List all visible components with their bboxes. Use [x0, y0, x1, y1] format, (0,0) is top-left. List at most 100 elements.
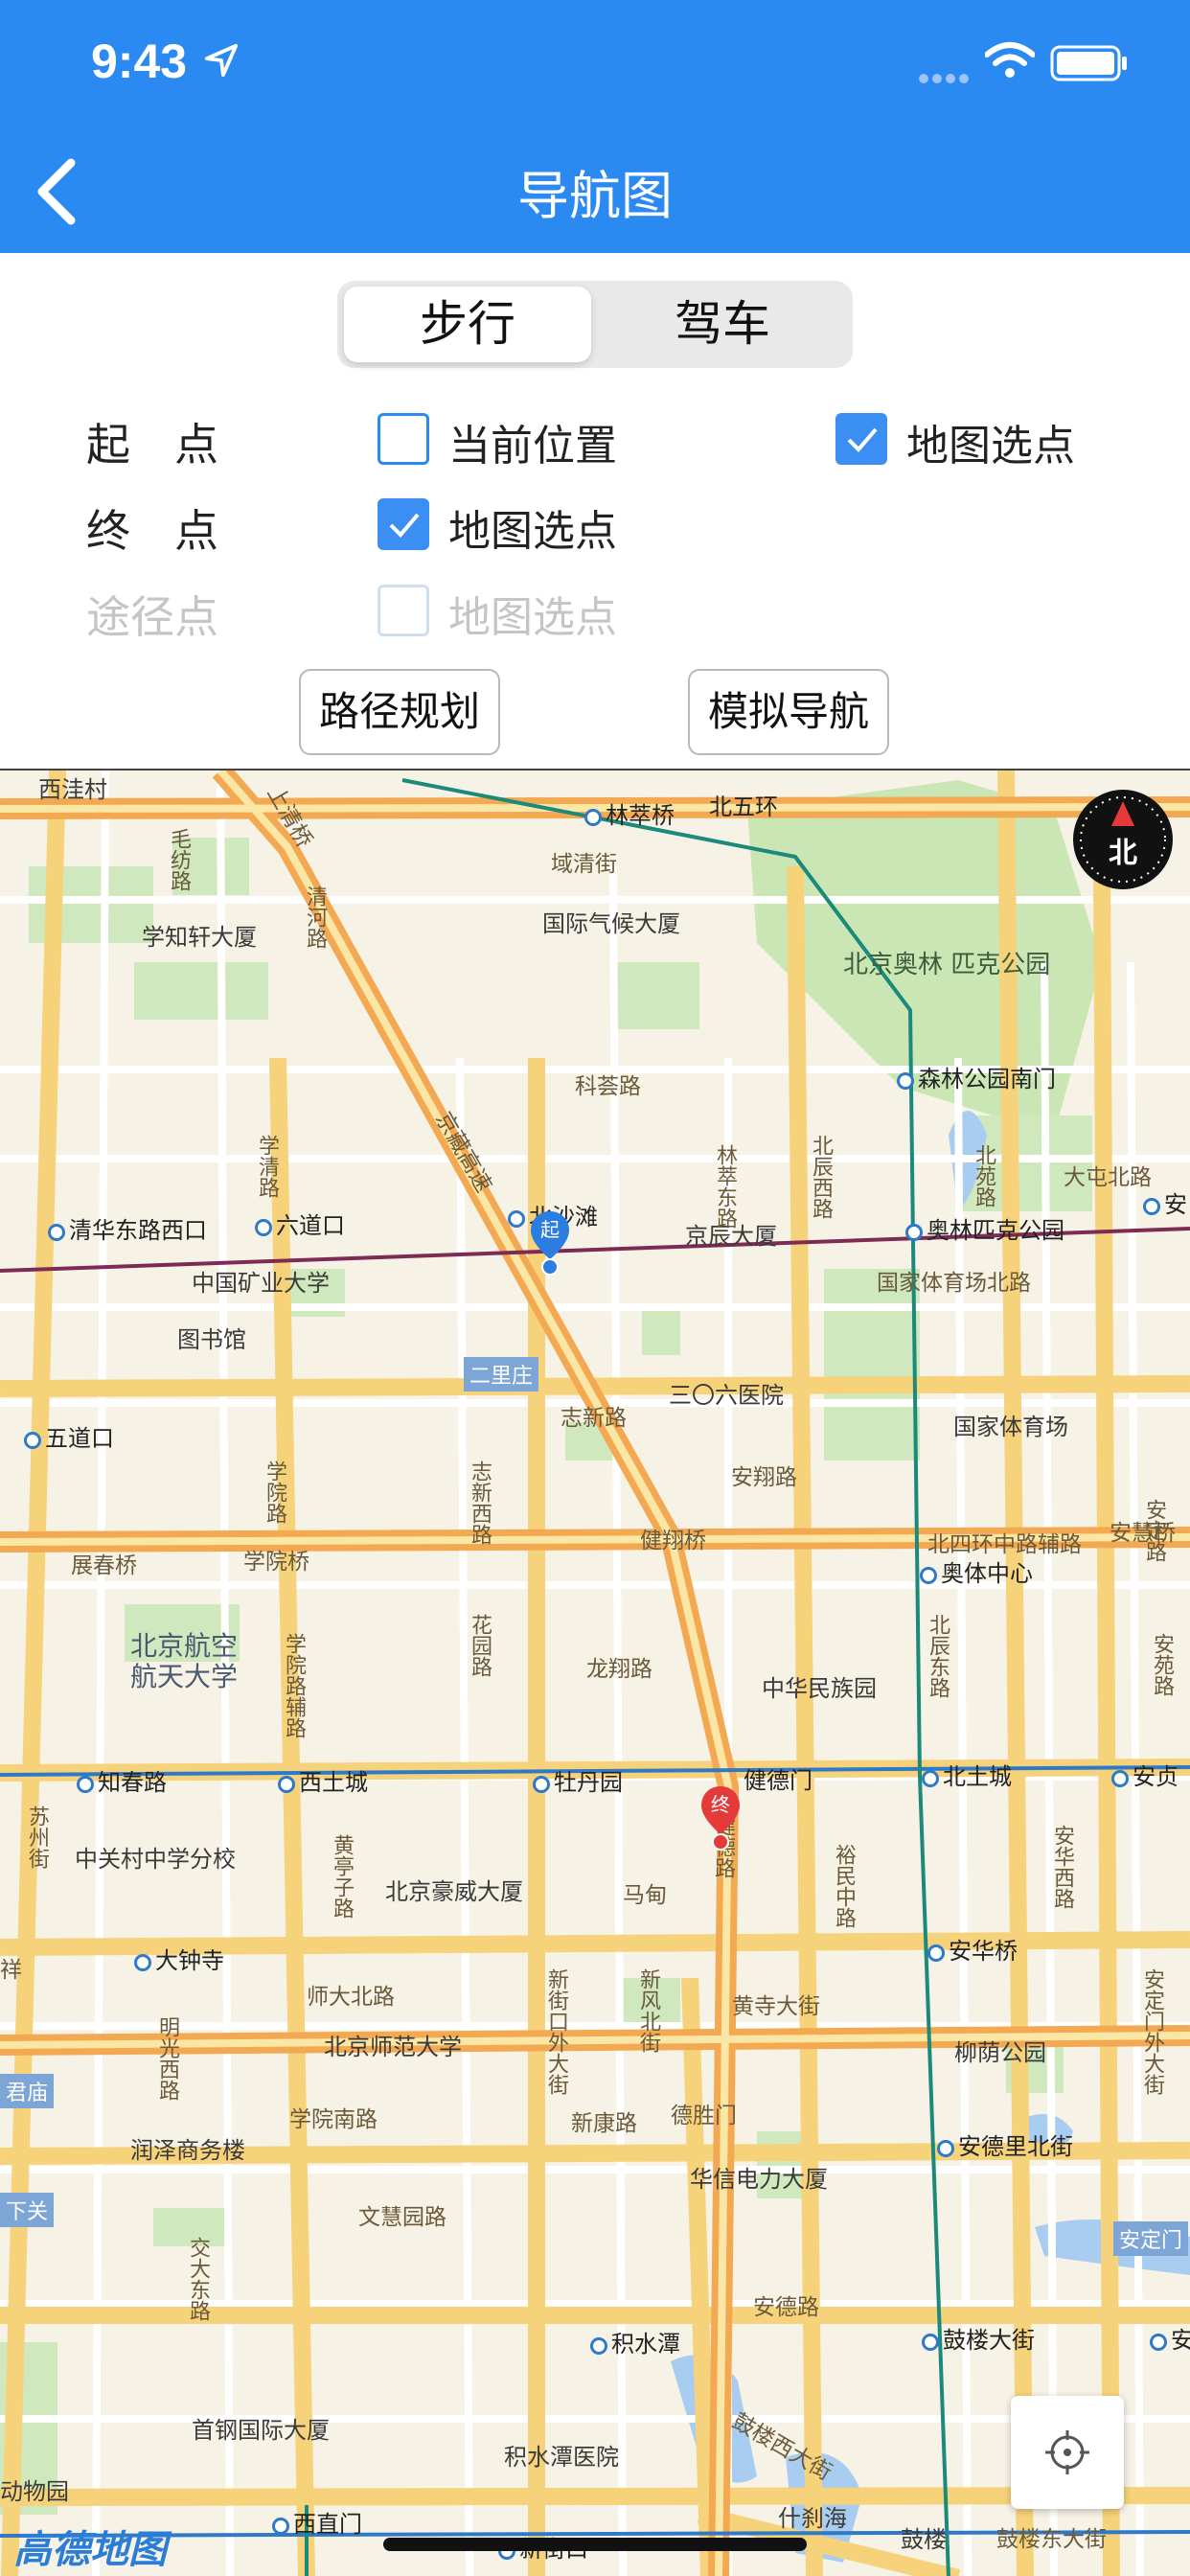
map-label: 文慧园路 — [358, 2205, 446, 2230]
simulate-navigation-button[interactable]: 模拟导航 — [688, 669, 889, 755]
map-label: 志新路 — [561, 1406, 627, 1431]
start-map-pick-label: 地图选点 — [906, 422, 1075, 471]
map-label: 国际气候大厦 — [542, 910, 680, 937]
start-pin-label: 起 — [540, 1218, 560, 1241]
metro-station: 安德里北街 — [937, 2128, 1073, 2161]
map-label: 安定门 — [1113, 2221, 1189, 2256]
map-label: 新康路 — [571, 2111, 637, 2136]
map-label: 安华西路 — [1050, 1825, 1074, 1909]
map-label: 柳荫公园 — [954, 2039, 1046, 2066]
metro-station: 大钟寺 — [134, 1942, 224, 1975]
end-label: 终 点 — [86, 505, 218, 557]
map-label: 科荟路 — [575, 1074, 641, 1099]
map-label: 学院桥 — [243, 1550, 309, 1575]
map-label: 中关村中学分校 — [75, 1846, 236, 1873]
via-map-pick-checkbox[interactable] — [378, 585, 429, 636]
map-label: 毛纺路 — [167, 828, 191, 891]
compass-icon[interactable]: 北 — [1071, 788, 1175, 891]
map-label: 安定门外大街 — [1140, 1968, 1164, 2095]
start-current-location-checkbox[interactable] — [378, 413, 429, 465]
map-label: 清河路 — [303, 886, 327, 949]
map-label: 图书馆 — [177, 1326, 246, 1353]
map-label: 北四环中路辅路 — [927, 1532, 1082, 1557]
map-label: 北辰西路 — [809, 1135, 833, 1219]
map-label: 三〇六医院 — [669, 1382, 784, 1409]
tab-walk[interactable]: 步行 — [344, 287, 591, 362]
map-label: 黄亭子路 — [330, 1834, 354, 1919]
map-label: 北京奥林 匹克公园 — [843, 951, 1051, 979]
signal-icon — [919, 74, 969, 83]
map-label: 大屯北路 — [1064, 1165, 1152, 1190]
map-label: 安德路 — [753, 2295, 819, 2320]
metro-station: 健德门 — [744, 1767, 812, 1794]
map-label: 德胜门 — [671, 2104, 737, 2128]
metro-station: 积水潭 — [590, 2325, 680, 2358]
map-label: 志新西路 — [468, 1460, 492, 1545]
metro-station: 清华东路西口 — [48, 1211, 207, 1245]
map-label: 积水潭医院 — [504, 2444, 619, 2471]
checkmark-icon — [389, 513, 420, 538]
map-label: 学院路辅路 — [282, 1633, 306, 1738]
map-label: 鼓楼 — [901, 2526, 947, 2553]
location-arrow-icon — [204, 43, 239, 78]
map-label: 国家体育场北路 — [877, 1271, 1031, 1296]
travel-mode-segment: 步行 驾车 — [337, 281, 853, 368]
metro-station: 森林公园南门 — [897, 1060, 1056, 1093]
map-label: 安苑路 — [1150, 1633, 1174, 1696]
start-map-pick-checkbox[interactable] — [835, 413, 887, 465]
start-pin-icon[interactable]: 起 — [529, 1209, 571, 1276]
via-label: 途径点 — [86, 591, 218, 643]
metro-station: 安贞 — [1111, 1758, 1179, 1791]
map-label: 中华民族园 — [762, 1675, 877, 1702]
map-label: 中国矿业大学 — [192, 1270, 330, 1297]
map-label: 学院路 — [263, 1460, 286, 1524]
status-time: 9:43 — [91, 34, 188, 88]
metro-station: 六道口 — [255, 1207, 345, 1240]
locate-me-button[interactable] — [1011, 2396, 1124, 2509]
end-pin-label: 终 — [711, 1793, 730, 1816]
navigation-bar: 9:43 导航图 — [0, 0, 1190, 253]
map-label: 师大北路 — [307, 1985, 395, 2010]
map-label: 林萃东路 — [713, 1144, 737, 1229]
map-label: 什刹海 — [778, 2505, 847, 2532]
map-label: 新街口外大街 — [544, 1968, 568, 2095]
metro-station: 牡丹园 — [533, 1763, 623, 1797]
map-label: 安翔路 — [731, 1465, 797, 1490]
map-label: 北五环 — [709, 794, 778, 820]
page-title: 导航图 — [517, 166, 673, 226]
amap-logo: 高德地图 — [13, 2528, 167, 2572]
map-label: 下关 — [0, 2193, 55, 2227]
metro-station: 奥体中心 — [920, 1554, 1033, 1588]
map-label: 润泽商务楼 — [130, 2137, 245, 2164]
map-label: 北辰东路 — [926, 1614, 950, 1698]
metro-station: 林萃桥 — [584, 796, 675, 830]
home-indicator[interactable] — [383, 2538, 807, 2551]
map-label: 学知轩大厦 — [142, 924, 257, 951]
route-options-panel: 步行 驾车 起 点 当前位置 地图选点 终 点 地图选点 途径点 地图选点 路径… — [0, 253, 1190, 769]
tab-drive[interactable]: 驾车 — [599, 287, 846, 362]
map-label: 鼓楼东大街 — [996, 2527, 1107, 2552]
crosshair-icon — [1045, 2430, 1089, 2474]
end-map-pick-checkbox[interactable] — [378, 498, 429, 550]
map-view[interactable]: 西洼村 北五环 上清桥 林萃桥 域清街 国际气候大厦 北京奥林 匹克公园 学知轩… — [0, 769, 1190, 2576]
map-label: 学清路 — [255, 1135, 279, 1198]
map-label: 西洼村 — [38, 776, 107, 803]
map-label: 龙翔路 — [586, 1657, 652, 1682]
map-label: 北京航空 航天大学 — [129, 1630, 238, 1692]
end-pin-icon[interactable]: 终 — [699, 1784, 742, 1852]
metro-station: 西土城 — [278, 1763, 368, 1797]
map-label: 黄寺大街 — [732, 1994, 820, 2019]
checkmark-icon — [847, 427, 878, 452]
compass-north-label: 北 — [1109, 837, 1137, 870]
map-label: 裕民中路 — [832, 1844, 856, 1928]
map-label: 展春桥 — [71, 1553, 137, 1578]
metro-station: 鼓楼大街 — [922, 2321, 1035, 2355]
map-label: 二里庄 — [464, 1357, 539, 1392]
map-label: 北京师范大学 — [324, 2034, 462, 2060]
map-label: 北京豪威大厦 — [385, 1878, 523, 1905]
map-label: 首钢国际大厦 — [192, 2417, 330, 2444]
metro-station: 安华桥 — [927, 1932, 1018, 1966]
map-label: 祥 — [0, 1958, 22, 1983]
map-label: 君庙 — [0, 2074, 55, 2108]
route-plan-button[interactable]: 路径规划 — [299, 669, 500, 755]
